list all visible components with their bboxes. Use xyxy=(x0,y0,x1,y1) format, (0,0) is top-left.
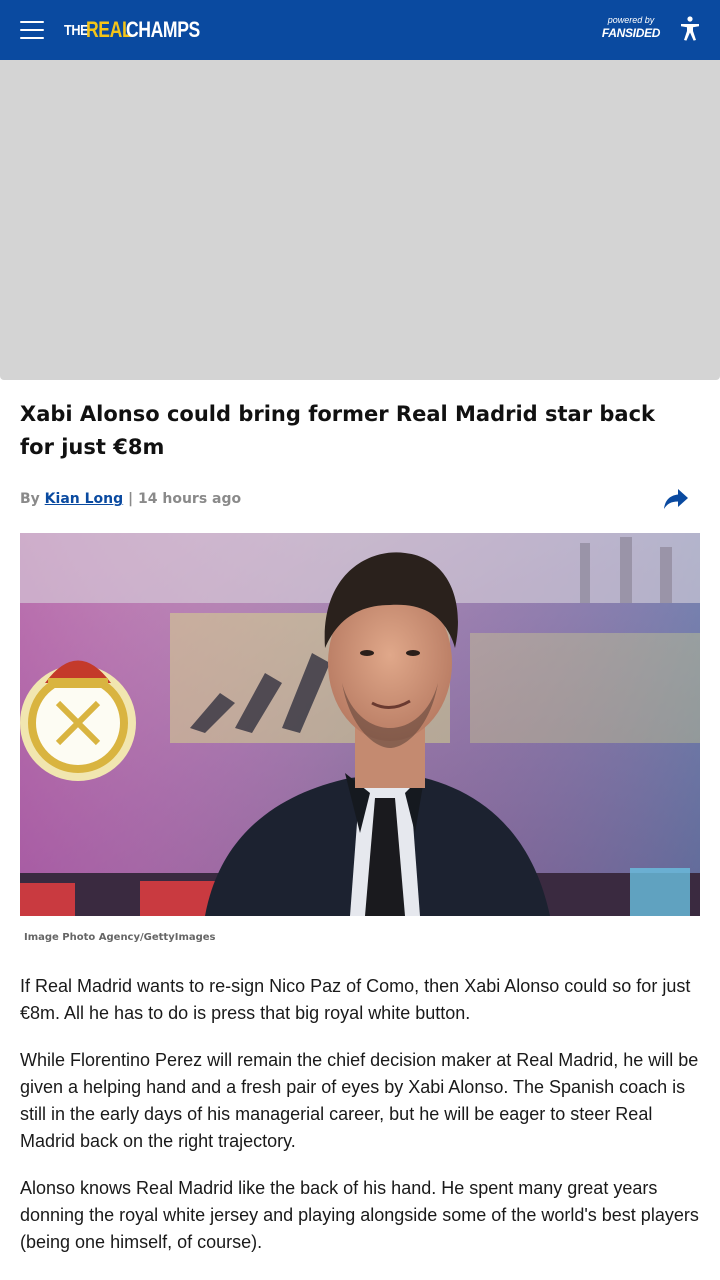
author-link[interactable]: Kian Long xyxy=(45,491,123,507)
article-title: Xabi Alonso could bring former Real Madr… xyxy=(20,402,656,459)
site-logo[interactable]: THE REAL CHAMPS xyxy=(64,16,200,44)
article-paragraph: Alonso knows Real Madrid like the back o… xyxy=(20,1178,699,1252)
article-byline: By Kian Long | 14 hours ago xyxy=(20,489,241,509)
powered-by-label: powered by xyxy=(607,15,655,25)
logo-the-text: THE xyxy=(64,21,89,39)
accessibility-icon[interactable] xyxy=(678,15,702,41)
byline-prefix: By xyxy=(20,491,40,507)
article-paragraph: While Florentino Perez will remain the c… xyxy=(20,1050,699,1151)
logo-real-text: REAL xyxy=(86,17,133,42)
advertisement-placeholder xyxy=(0,60,720,380)
article-paragraph: If Real Madrid wants to re-sign Nico Paz… xyxy=(20,976,691,1023)
share-arrow-icon[interactable] xyxy=(662,486,690,512)
powered-by-fansided[interactable]: powered by FANSIDED xyxy=(600,15,662,40)
article-hero-image xyxy=(20,533,700,916)
publish-time: 14 hours ago xyxy=(138,491,242,507)
byline-separator: | xyxy=(128,491,134,507)
hamburger-menu-icon[interactable] xyxy=(20,21,44,39)
fansided-logo: FANSIDED xyxy=(601,26,661,40)
logo-champs-text: CHAMPS xyxy=(126,17,200,42)
image-caption: Image Photo Agency/GettyImages xyxy=(24,932,216,943)
top-navigation-bar: THE REAL CHAMPS powered by FANSIDED xyxy=(0,0,720,60)
